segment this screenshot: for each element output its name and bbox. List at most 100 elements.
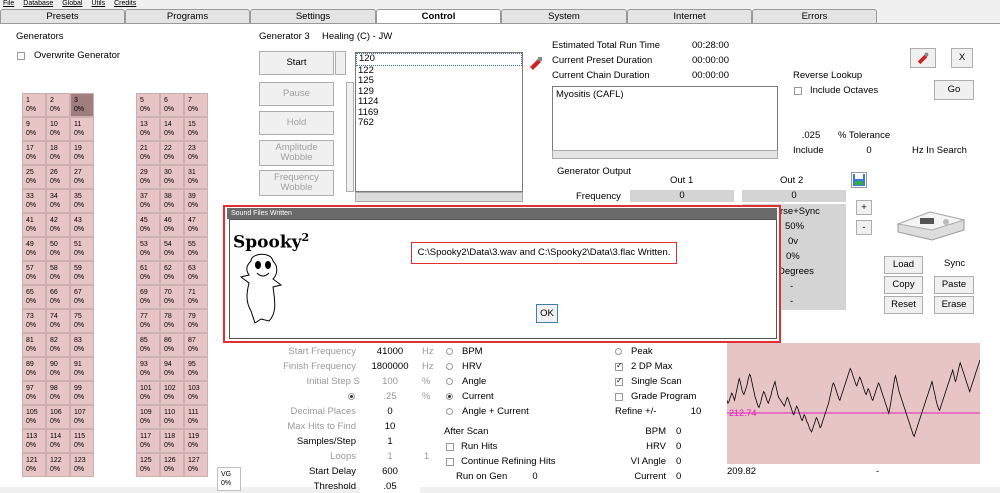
paste-button[interactable]: Paste (934, 276, 974, 294)
generator-cell-99[interactable]: 99 0% (70, 381, 94, 405)
generator-cell-35[interactable]: 35 0% (70, 189, 94, 213)
run-hits-checkbox[interactable] (446, 443, 454, 451)
generator-cell-54[interactable]: 54 0% (160, 237, 184, 261)
finish-frequency-input[interactable]: 1800000 (360, 360, 420, 373)
generator-cell-11[interactable]: 11 0% (70, 117, 94, 141)
generator-cell-82[interactable]: 82 0% (46, 333, 70, 357)
generator-cell-115[interactable]: 115 0% (70, 429, 94, 453)
generator-cell-37[interactable]: 37 0% (136, 189, 160, 213)
generator-cell-75[interactable]: 75 0% (70, 309, 94, 333)
tolerance-input[interactable]: .025 (793, 129, 829, 142)
generator-cell-69[interactable]: 69 0% (136, 285, 160, 309)
start-button[interactable]: Start (259, 51, 334, 75)
generator-cell-1[interactable]: 1 0% (22, 93, 46, 117)
generator-cell-70[interactable]: 70 0% (160, 285, 184, 309)
initial-step-input[interactable]: 100 (360, 375, 420, 388)
generator-cell-50[interactable]: 50 0% (46, 237, 70, 261)
frequency-list-item[interactable]: 125 (356, 75, 522, 87)
threshold-input[interactable]: .05 (360, 480, 420, 493)
generator-cell-91[interactable]: 91 0% (70, 357, 94, 381)
dp-max-checkbox[interactable] (615, 361, 623, 371)
program-list-hscroll[interactable] (552, 150, 778, 159)
tab-programs[interactable]: Programs (125, 9, 250, 23)
generator-cell-103[interactable]: 103 0% (184, 381, 208, 405)
save-output-button[interactable] (851, 172, 867, 188)
erase-button[interactable]: Erase (934, 296, 974, 314)
generator-cell-62[interactable]: 62 0% (160, 261, 184, 285)
generator-cell-74[interactable]: 74 0% (46, 309, 70, 333)
include-hz-input[interactable]: 0 (838, 144, 900, 157)
pause-button[interactable]: Pause (259, 82, 334, 106)
include-octaves-checkbox[interactable] (794, 87, 802, 95)
generator-cell-10[interactable]: 10 0% (46, 117, 70, 141)
generator-cell-18[interactable]: 18 0% (46, 141, 70, 165)
start-frequency-input[interactable]: 41000 (360, 345, 420, 358)
generator-cell-13[interactable]: 13 0% (136, 117, 160, 141)
generator-cell-78[interactable]: 78 0% (160, 309, 184, 333)
generator-cell-43[interactable]: 43 0% (70, 213, 94, 237)
generator-cell-6[interactable]: 6 0% (160, 93, 184, 117)
tab-presets[interactable]: Presets (0, 9, 125, 23)
generator-cell-21[interactable]: 21 0% (136, 141, 160, 165)
max-hits-input[interactable]: 10 (360, 420, 420, 433)
generator-cell-25[interactable]: 25 0% (22, 165, 46, 189)
generator-cell-39[interactable]: 39 0% (184, 189, 208, 213)
program-list[interactable]: Myositis (CAFL) (552, 86, 778, 158)
generator-cell-33[interactable]: 33 0% (22, 189, 46, 213)
generator-cell-2[interactable]: 2 0% (46, 93, 70, 117)
overwrite-generator-checkbox[interactable] (17, 52, 25, 60)
frequency-wobble-button[interactable]: Frequency Wobble (259, 170, 334, 196)
reset-button[interactable]: Reset (884, 296, 923, 314)
generator-cell-126[interactable]: 126 0% (160, 453, 184, 477)
clear-frequencies-icon[interactable] (528, 55, 544, 71)
tool-button[interactable] (910, 48, 936, 68)
scan-mode-radio-angle[interactable] (446, 378, 453, 385)
generator-cell-23[interactable]: 23 0% (184, 141, 208, 165)
generator-cell-41[interactable]: 41 0% (22, 213, 46, 237)
generator-cell-65[interactable]: 65 0% (22, 285, 46, 309)
generator-cell-49[interactable]: 49 0% (22, 237, 46, 261)
generator-cell-101[interactable]: 101 0% (136, 381, 160, 405)
generator-cell-109[interactable]: 109 0% (136, 405, 160, 429)
frequency-list-item[interactable]: 1169 (356, 107, 522, 119)
generator-cell-3[interactable]: 3 0% (70, 93, 94, 117)
amplitude-wobble-button[interactable]: Amplitude Wobble (259, 140, 334, 166)
generator-cell-114[interactable]: 114 0% (46, 429, 70, 453)
start-dropdown-button[interactable] (335, 51, 346, 75)
refine-input[interactable]: 10 (676, 405, 716, 418)
peak-radio[interactable] (615, 348, 622, 355)
generator-cell-117[interactable]: 117 0% (136, 429, 160, 453)
frequency-list-item[interactable]: 129 (356, 86, 522, 98)
generator-cell-89[interactable]: 89 0% (22, 357, 46, 381)
loops-input-2[interactable]: 1 (424, 451, 429, 462)
generator-cell-125[interactable]: 125 0% (136, 453, 160, 477)
go-button[interactable]: Go (934, 80, 974, 100)
generator-cell-38[interactable]: 38 0% (160, 189, 184, 213)
generator-cell-107[interactable]: 107 0% (70, 405, 94, 429)
generator-cell-45[interactable]: 45 0% (136, 213, 160, 237)
generator-cell-97[interactable]: 97 0% (22, 381, 46, 405)
loops-input[interactable]: 1 (360, 450, 420, 463)
decrease-button[interactable]: - (856, 220, 872, 235)
generator-cell-61[interactable]: 61 0% (136, 261, 160, 285)
increase-button[interactable]: + (856, 200, 872, 215)
generator-cell-86[interactable]: 86 0% (160, 333, 184, 357)
hold-button[interactable]: Hold (259, 111, 334, 135)
tab-settings[interactable]: Settings (250, 9, 376, 23)
generator-cell-47[interactable]: 47 0% (184, 213, 208, 237)
generator-cell-81[interactable]: 81 0% (22, 333, 46, 357)
run-on-gen-input[interactable]: 0 (518, 470, 552, 483)
generator-cell-46[interactable]: 46 0% (160, 213, 184, 237)
generator-cell-90[interactable]: 90 0% (46, 357, 70, 381)
tab-internet[interactable]: Internet (627, 9, 752, 23)
generator-cell-7[interactable]: 7 0% (184, 93, 208, 117)
program-entry[interactable]: Myositis (CAFL) (553, 87, 777, 102)
generator-cell-15[interactable]: 15 0% (184, 117, 208, 141)
generator-cell-93[interactable]: 93 0% (136, 357, 160, 381)
copy-button[interactable]: Copy (884, 276, 923, 294)
generator-cell-102[interactable]: 102 0% (160, 381, 184, 405)
tab-system[interactable]: System (501, 9, 627, 23)
grade-program-checkbox[interactable] (615, 393, 623, 401)
scan-mode-radio-current[interactable] (446, 393, 453, 400)
generator-cell-87[interactable]: 87 0% (184, 333, 208, 357)
